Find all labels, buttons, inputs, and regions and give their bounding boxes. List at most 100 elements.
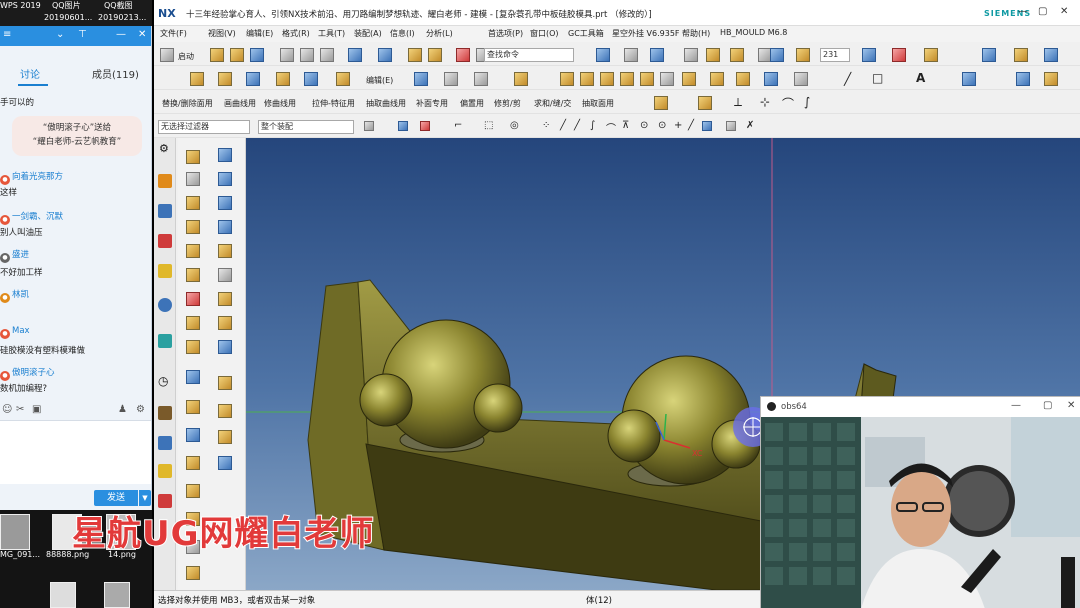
surface-icon[interactable]: [580, 72, 594, 86]
tool-icon[interactable]: [218, 148, 232, 162]
tool-icon[interactable]: [654, 96, 668, 110]
feature-icon[interactable]: [684, 48, 698, 62]
material-icon[interactable]: [158, 406, 172, 420]
pin-icon[interactable]: ⊤: [78, 30, 87, 40]
menu-item-assembly[interactable]: 装配(A): [354, 28, 382, 39]
toolbar-group[interactable]: 替换/删除面用: [162, 98, 213, 109]
people-icon[interactable]: ♟: [118, 404, 127, 415]
tool-icon[interactable]: [218, 196, 232, 210]
surface-icon[interactable]: [962, 72, 976, 86]
tool-icon[interactable]: [186, 566, 200, 580]
tool-icon[interactable]: [186, 196, 200, 210]
snap-icon[interactable]: ⁘: [542, 120, 550, 131]
revolve-icon[interactable]: [218, 72, 232, 86]
toolbar-group[interactable]: 抽取曲线用: [366, 98, 406, 109]
copy-icon[interactable]: [300, 48, 314, 62]
tool-icon[interactable]: [186, 292, 200, 306]
text-icon[interactable]: A: [916, 71, 925, 85]
zoom-level-field[interactable]: 231: [820, 48, 850, 62]
desktop-item-qq-screenshot[interactable]: QQ截图: [104, 1, 133, 11]
extrude-icon[interactable]: [190, 72, 204, 86]
sync-icon[interactable]: [304, 72, 318, 86]
minimize-icon[interactable]: —: [1018, 6, 1028, 17]
message-input[interactable]: [0, 420, 151, 484]
menu-item-edit[interactable]: 编辑(E): [246, 28, 273, 39]
surface-icon[interactable]: [414, 72, 428, 86]
save-icon[interactable]: [250, 48, 264, 62]
type-filter-select[interactable]: 无选择过滤器: [158, 120, 250, 134]
surface-icon[interactable]: [660, 72, 674, 86]
surface-icon[interactable]: [736, 72, 750, 86]
feature-icon[interactable]: [770, 48, 784, 62]
snap-icon[interactable]: [726, 121, 736, 131]
snap-icon[interactable]: ∫: [590, 120, 595, 131]
tool-icon[interactable]: [218, 220, 232, 234]
toolbar-group[interactable]: 抽取面用: [582, 98, 614, 109]
toolbar-group[interactable]: 修剪/剪: [494, 98, 521, 109]
snap-icon[interactable]: ╱: [688, 120, 694, 131]
snap-icon[interactable]: ⊙: [658, 120, 666, 131]
file-thumbnail[interactable]: [0, 514, 30, 550]
feature-icon[interactable]: [862, 48, 876, 62]
desktop-item-qq-image[interactable]: QQ图片: [52, 1, 81, 11]
image-icon[interactable]: ▣: [32, 404, 41, 415]
gear-icon[interactable]: ⚙: [136, 404, 145, 415]
menu-item-view[interactable]: 视图(V): [208, 28, 236, 39]
snap-icon[interactable]: ⊙: [640, 120, 648, 131]
snap-icon[interactable]: [702, 121, 712, 131]
close-icon[interactable]: ✕: [138, 30, 146, 40]
tool-icon[interactable]: [218, 268, 232, 282]
tool-icon[interactable]: [218, 456, 232, 470]
tool-icon[interactable]: [218, 172, 232, 186]
tool-icon[interactable]: [698, 96, 712, 110]
navigator-icon[interactable]: [158, 174, 172, 188]
surface-icon[interactable]: [640, 72, 654, 86]
menu-item-hb-mould[interactable]: HB_MOULD M6.8: [720, 28, 787, 37]
tool-icon[interactable]: [218, 292, 232, 306]
surface-icon[interactable]: [444, 72, 458, 86]
menu-item-file[interactable]: 文件(F): [160, 28, 187, 39]
start-icon[interactable]: [160, 48, 174, 62]
maximize-icon[interactable]: ▢: [1043, 400, 1052, 411]
boolean-icon[interactable]: [276, 72, 290, 86]
tool-icon[interactable]: [218, 404, 232, 418]
chat-user[interactable]: ● Max: [0, 326, 30, 339]
desktop-item-wps[interactable]: WPS 2019: [0, 1, 41, 11]
tool-icon[interactable]: [186, 400, 200, 414]
line-icon[interactable]: ╱: [844, 72, 851, 86]
hole-icon[interactable]: [246, 72, 260, 86]
command-search-input[interactable]: 查找命令: [484, 48, 574, 62]
chevron-down-icon[interactable]: ⌄: [56, 30, 64, 40]
feature-icon[interactable]: [1044, 48, 1058, 62]
tool-icon[interactable]: [218, 340, 232, 354]
menu-item-tools[interactable]: 工具(T): [318, 28, 345, 39]
feature-icon[interactable]: [596, 48, 610, 62]
redo-icon[interactable]: [378, 48, 392, 62]
maximize-icon[interactable]: ▢: [1038, 6, 1047, 17]
minimize-icon[interactable]: —: [116, 30, 126, 40]
tool-icon[interactable]: [186, 316, 200, 330]
trim-icon[interactable]: ⌒: [782, 95, 794, 112]
surface-icon[interactable]: [514, 72, 528, 86]
tool-icon[interactable]: [186, 340, 200, 354]
rectangle-icon[interactable]: □: [872, 71, 883, 85]
undo-icon[interactable]: [348, 48, 362, 62]
surface-icon[interactable]: [600, 72, 614, 86]
tool-icon[interactable]: [218, 316, 232, 330]
feature-icon[interactable]: [428, 48, 442, 62]
scissors-icon[interactable]: ✂: [16, 404, 24, 415]
feature-icon[interactable]: [408, 48, 422, 62]
clock-icon[interactable]: ◷: [158, 374, 168, 388]
snap-icon[interactable]: [398, 121, 408, 131]
toolbar-group[interactable]: 修曲线用: [264, 98, 296, 109]
surface-icon[interactable]: [560, 72, 574, 86]
snap-icon[interactable]: ╱: [574, 120, 580, 131]
toolbar-group[interactable]: 拉伸-特征用: [312, 98, 355, 109]
menu-item-format[interactable]: 格式(R): [282, 28, 310, 39]
constraint-icon[interactable]: [158, 234, 172, 248]
tab-discussion[interactable]: 讨论: [20, 66, 40, 81]
feature-icon[interactable]: [1014, 48, 1028, 62]
file-thumbnail[interactable]: [104, 582, 130, 608]
feature-icon[interactable]: [892, 48, 906, 62]
paste-icon[interactable]: [320, 48, 334, 62]
